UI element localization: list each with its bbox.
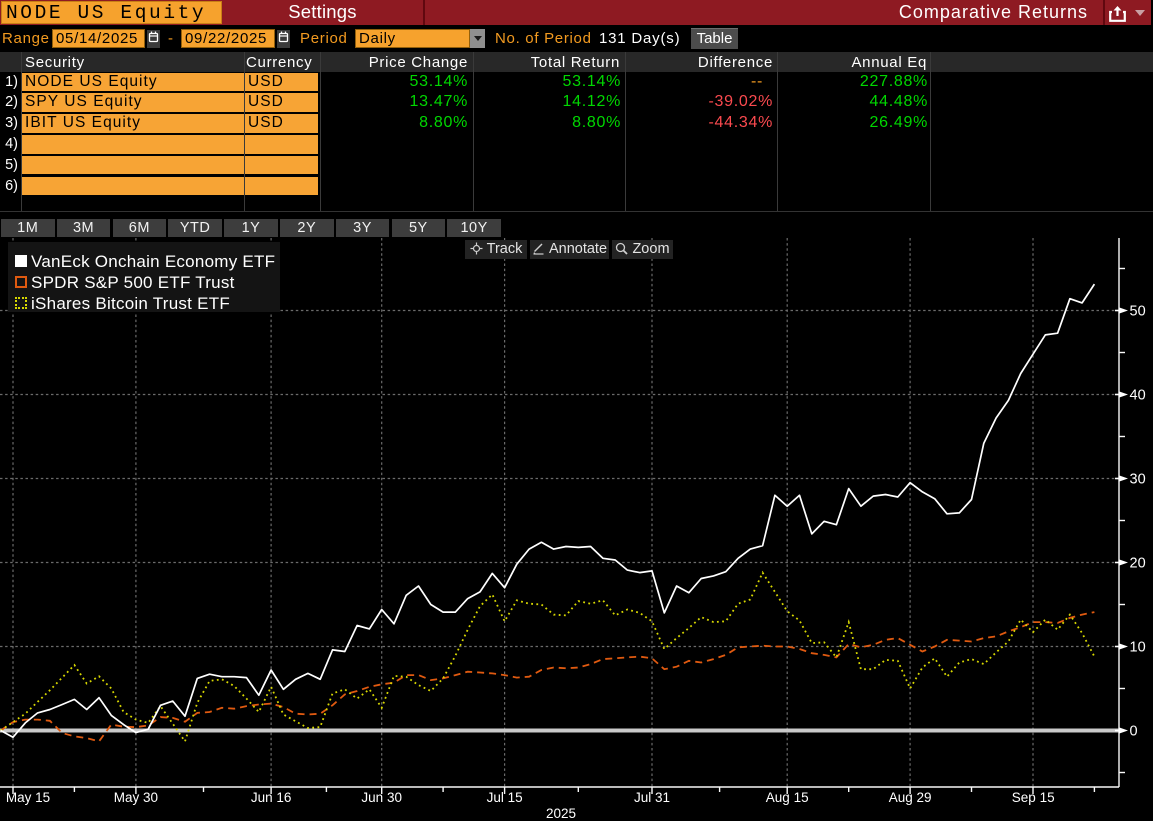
svg-text:Jul 15: Jul 15 — [487, 790, 523, 805]
svg-text:Jun 30: Jun 30 — [361, 790, 402, 805]
svg-text:Aug 29: Aug 29 — [889, 790, 932, 805]
svg-text:30: 30 — [1130, 472, 1146, 488]
svg-text:May 15: May 15 — [6, 790, 50, 805]
svg-text:May 30: May 30 — [114, 790, 158, 805]
svg-text:10: 10 — [1130, 640, 1146, 656]
svg-text:Jun 16: Jun 16 — [251, 790, 292, 805]
svg-text:40: 40 — [1130, 388, 1146, 404]
svg-text:50: 50 — [1130, 304, 1146, 320]
svg-text:Sep 15: Sep 15 — [1012, 790, 1055, 805]
svg-text:0: 0 — [1130, 724, 1138, 740]
svg-text:20: 20 — [1130, 556, 1146, 572]
svg-text:2025: 2025 — [546, 806, 576, 821]
svg-text:Jul 31: Jul 31 — [634, 790, 670, 805]
svg-text:Aug 15: Aug 15 — [766, 790, 809, 805]
